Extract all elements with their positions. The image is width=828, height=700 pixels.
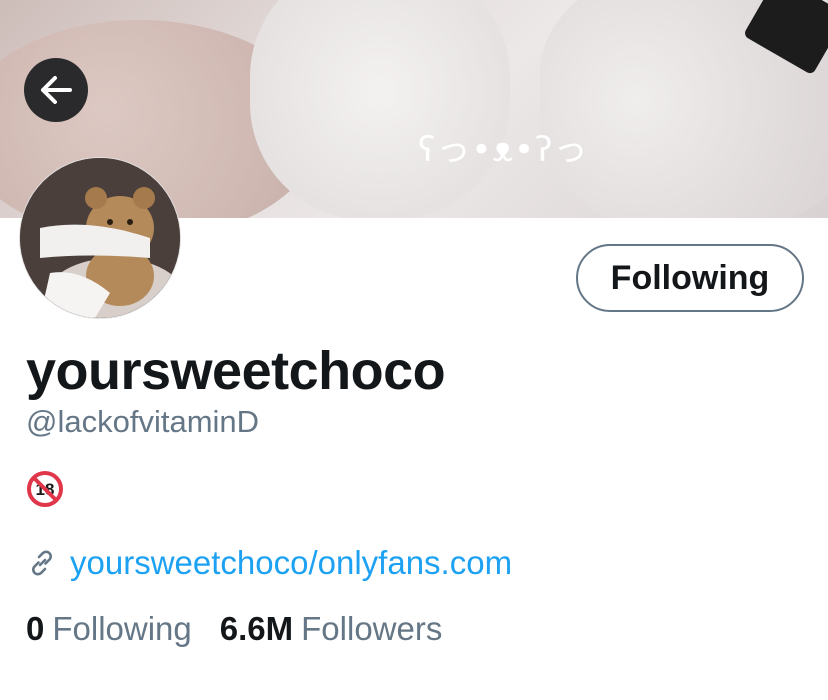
display-name: yoursweetchoco <box>26 341 446 401</box>
followers-label: Followers <box>301 610 443 647</box>
banner-kaomoji-text: ʕっ•ᴥ•ʔっ <box>418 130 589 170</box>
user-handle: @lackofvitaminD <box>26 404 260 439</box>
back-button[interactable] <box>24 58 88 122</box>
avatar[interactable] <box>20 158 180 318</box>
followers-stat[interactable]: 6.6M Followers <box>220 610 443 648</box>
arrow-left-icon <box>41 76 72 104</box>
avatar-image <box>20 158 180 318</box>
link-icon <box>32 550 52 576</box>
following-stat[interactable]: 0 Following <box>26 610 192 648</box>
profile-stats: 0 Following 6.6M Followers <box>26 610 442 648</box>
profile-link-row: yoursweetchoco/onlyfans.com <box>26 544 512 582</box>
profile-website-link[interactable]: yoursweetchoco/onlyfans.com <box>70 544 512 582</box>
followers-count: 6.6M <box>219 610 294 647</box>
no-one-under-eighteen-icon: 18 <box>26 470 64 508</box>
following-button[interactable]: Following <box>576 244 804 312</box>
following-label: Following <box>52 610 192 647</box>
banner-photo-shape <box>250 0 510 218</box>
following-count: 0 <box>26 610 45 647</box>
